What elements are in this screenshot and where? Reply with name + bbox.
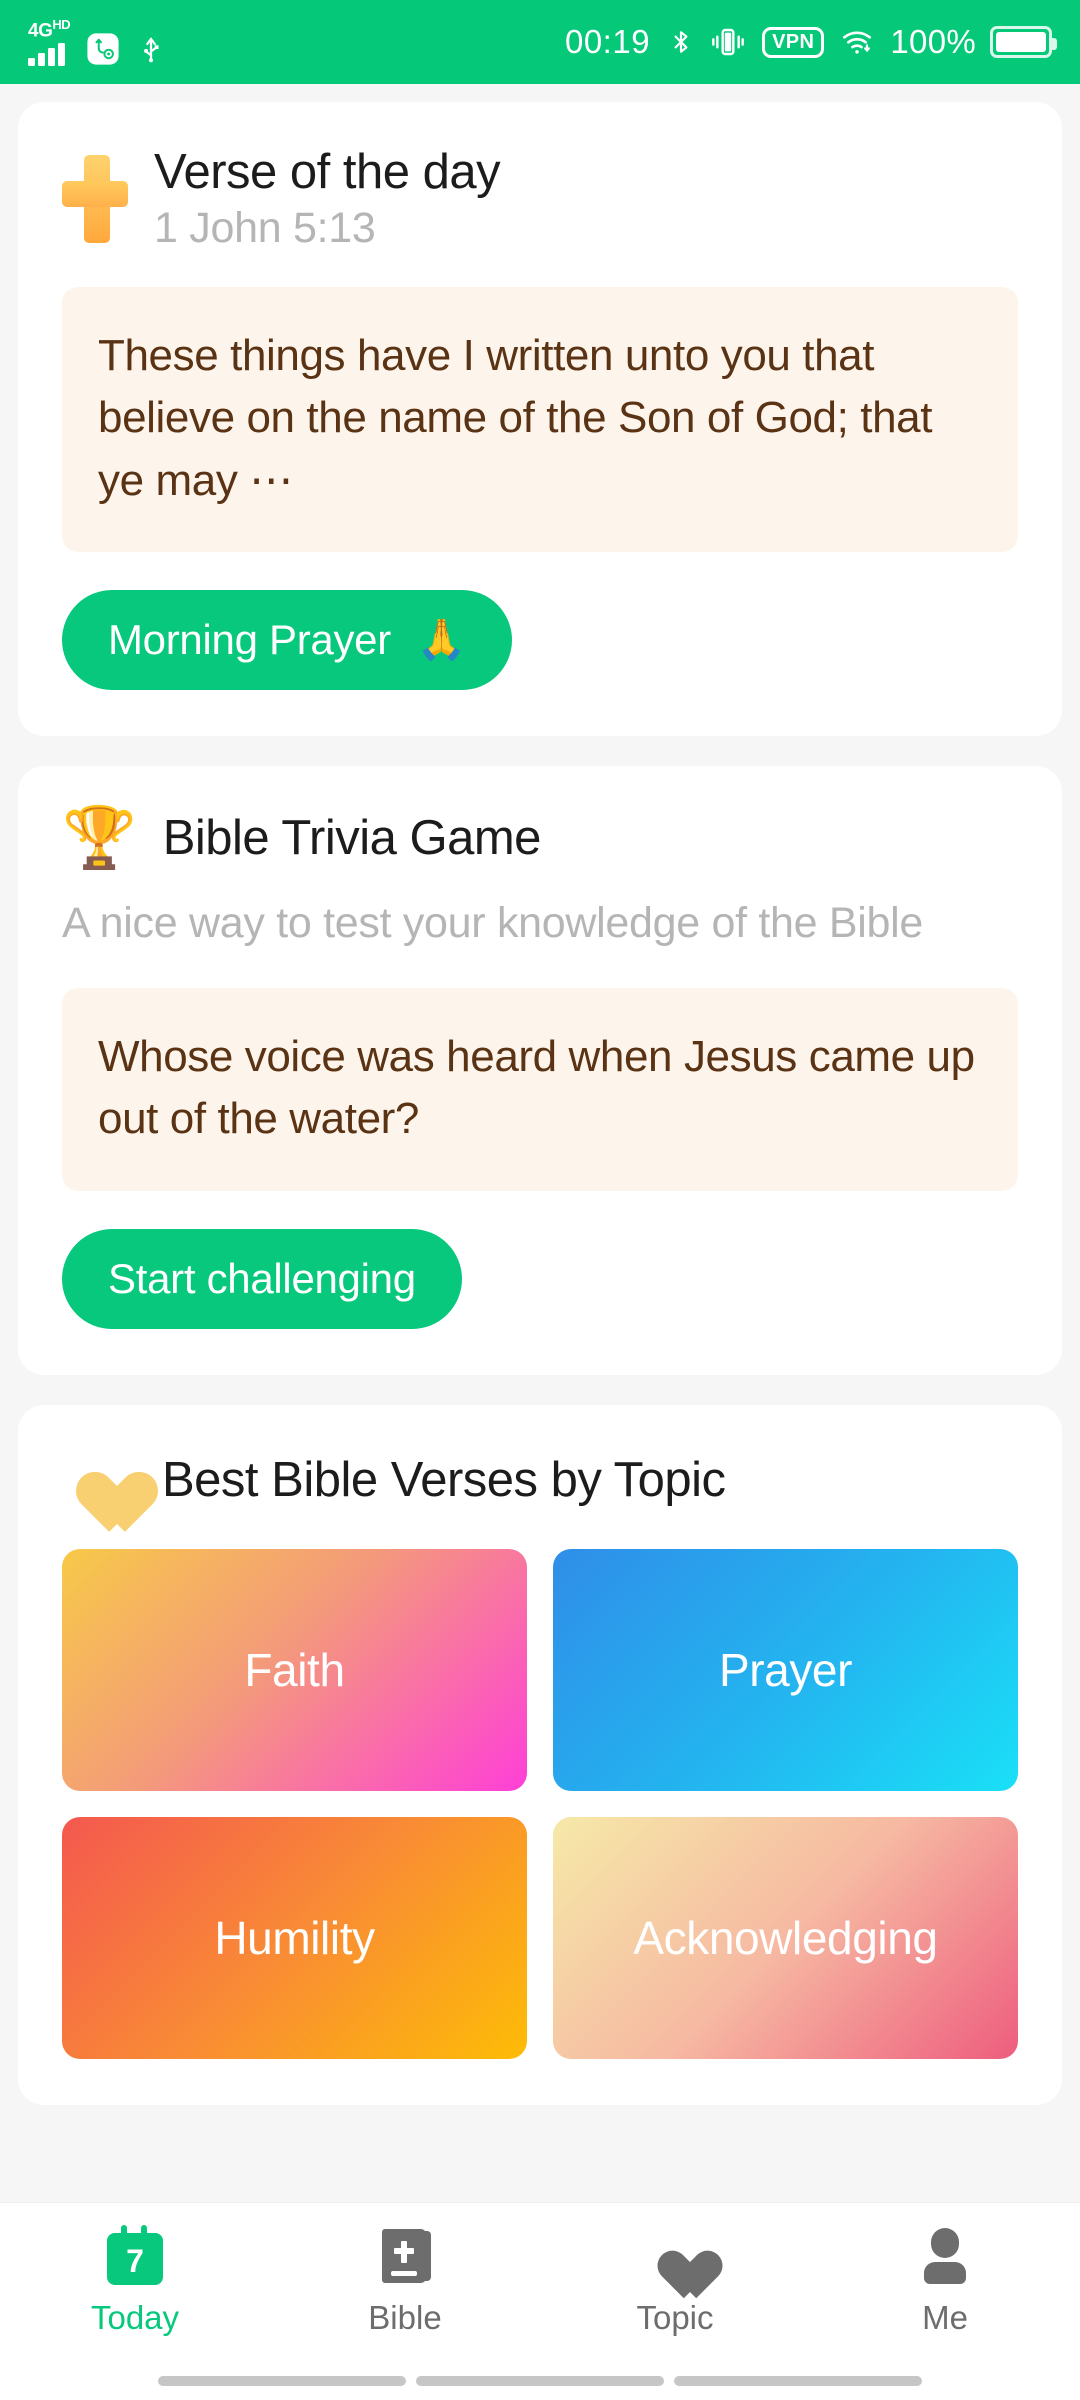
topic-label: Prayer [718,1643,853,1696]
topic-tile-humility[interactable]: Humility [62,1816,527,2059]
trophy-icon: 🏆 [62,804,137,872]
topic-grid: Faith Prayer Humility Acknowledging [62,1548,1018,2059]
status-bar-left: 4GHD [28,16,166,67]
bible-trivia-card[interactable]: 🏆 Bible Trivia Game A nice way to test y… [18,766,1062,1375]
book-cross-icon [374,2225,436,2287]
app-screen: 4GHD 00:19 VPN 100% Verse of the day 1 J… [0,0,1080,2400]
nav-item-bible[interactable]: Bible [270,2225,540,2337]
morning-prayer-button[interactable]: Morning Prayer 🙏 [62,590,513,691]
topic-tile-prayer[interactable]: Prayer [553,1548,1018,1791]
trivia-question-box[interactable]: Whose voice was heard when Jesus came up… [62,987,1018,1191]
verse-card-header: Verse of the day 1 John 5:13 [62,144,1018,253]
usb-debug-icon [86,32,120,66]
heart-icon [644,2225,706,2287]
morning-prayer-label: Morning Prayer [108,616,391,664]
main-scroll-area[interactable]: Verse of the day 1 John 5:13 These thing… [0,84,1080,2105]
verse-reference: 1 John 5:13 [154,204,376,252]
status-bar-right: 00:19 VPN 100% [564,23,1057,61]
nav-item-today[interactable]: 7 Today [0,2225,270,2337]
topic-label: Acknowledging [633,1911,938,1964]
topics-card-header: Best Bible Verses by Topic [62,1447,1018,1513]
page-title: Verse of the day [154,145,501,199]
nav-item-topic[interactable]: Topic [540,2225,810,2337]
topics-title: Best Bible Verses by Topic [162,1452,726,1507]
network-indicator: 4GHD [28,16,71,67]
topic-tile-faith[interactable]: Faith [62,1548,527,1791]
bluetooth-icon [668,25,694,59]
cross-icon [62,154,128,243]
status-bar: 4GHD 00:19 VPN 100% [0,0,1080,84]
nav-label-topic: Topic [636,2299,714,2336]
person-icon [914,2225,976,2287]
topic-label: Humility [214,1911,375,1964]
usb-icon [136,32,166,66]
nav-label-bible: Bible [368,2299,442,2336]
trivia-card-header: 🏆 Bible Trivia Game [62,808,1018,868]
praying-hands-icon: 🙏 [416,618,467,663]
start-challenging-button[interactable]: Start challenging [62,1228,462,1329]
network-type-label: 4GHD [28,16,71,42]
home-indicator [0,2376,1080,2386]
calendar-icon: 7 [104,2225,166,2287]
calendar-day-number: 7 [126,2242,144,2279]
vpn-badge: VPN [762,26,825,58]
battery-full-icon [990,26,1057,58]
verse-quote-box[interactable]: These things have I written unto you tha… [62,287,1018,553]
wifi-icon [838,26,876,58]
topic-tile-acknowledging[interactable]: Acknowledging [553,1816,1018,2059]
nav-label-me: Me [922,2299,968,2336]
vibrate-icon [708,26,748,58]
trivia-description: A nice way to test your knowledge of the… [62,899,924,948]
trivia-question: Whose voice was heard when Jesus came up… [98,1031,975,1144]
signal-bars-icon [28,43,65,67]
bottom-navigation-bar: 7 Today Bible Topic Me [0,2202,1080,2400]
verse-text: These things have I written unto you tha… [98,331,933,505]
topic-label: Faith [244,1643,345,1696]
topics-card[interactable]: Best Bible Verses by Topic Faith Prayer … [18,1404,1062,2105]
start-challenging-label: Start challenging [108,1254,416,1302]
nav-item-me[interactable]: Me [810,2225,1080,2337]
trivia-title: Bible Trivia Game [162,811,542,866]
verse-of-the-day-card[interactable]: Verse of the day 1 John 5:13 These thing… [18,102,1062,737]
battery-percent-label: 100% [890,23,976,60]
heart-icon [62,1447,136,1513]
nav-label-today: Today [90,2299,180,2336]
status-clock: 00:19 [564,23,651,60]
